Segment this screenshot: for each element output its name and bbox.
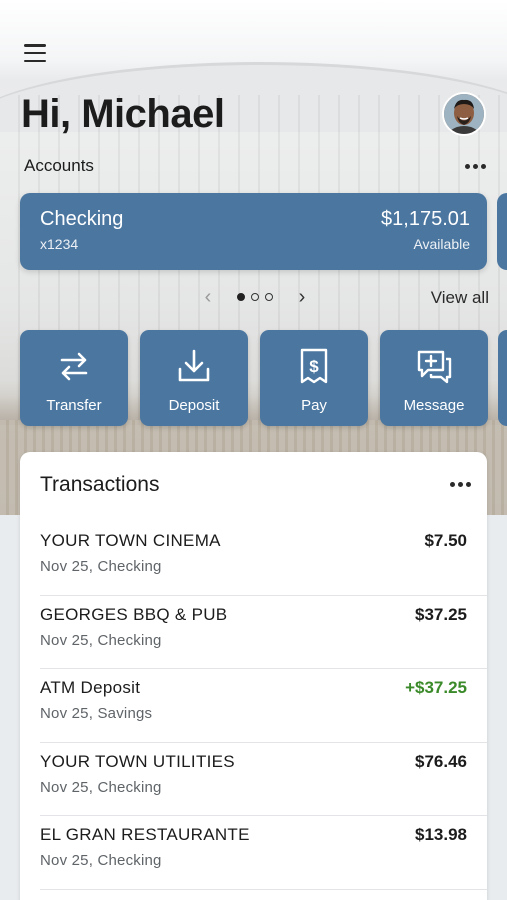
transaction-merchant: EL GRAN RESTAURANTE [40,825,250,844]
transaction-merchant: ATM Deposit [40,678,141,697]
transfer-arrows-icon [60,352,88,381]
chevron-right-icon[interactable]: › [294,287,310,307]
transaction-amount: $37.25 [415,604,467,624]
transaction-meta: Nov 25, Savings [40,705,153,722]
transaction-amount: $76.46 [415,751,467,771]
message-button[interactable]: Message [380,330,488,426]
transaction-amount: $13.98 [415,825,467,844]
transaction-meta: Nov 25, Checking [40,778,162,796]
transfer-button[interactable]: Transfer [20,330,128,426]
transactions-card: Transactions YOUR TOWN CINEMA Nov 25, Ch… [20,452,487,900]
page-dot-3[interactable] [265,293,273,301]
transaction-merchant: GEORGES BBQ & PUB [40,604,228,624]
account-pager: ‹ › [200,287,310,307]
account-card-checking[interactable]: Checking x1234 $1,175.01 Available [20,193,487,270]
download-deposit-icon [178,349,210,382]
transaction-meta: Nov 25, Checking [40,558,162,575]
transaction-meta: Nov 25, Checking [40,631,162,649]
account-balance-label: Available [413,236,470,252]
next-account-card-peek[interactable] [497,193,507,270]
transaction-meta: Nov 25, Checking [40,852,162,869]
page-dot-1[interactable] [237,293,245,301]
transaction-amount: $7.50 [424,531,467,550]
transactions-list: YOUR TOWN CINEMA Nov 25, Checking $7.50 … [20,522,487,890]
transaction-row[interactable]: YOUR TOWN CINEMA Nov 25, Checking $7.50 [40,522,487,596]
pay-button[interactable]: $ Pay [260,330,368,426]
accounts-more-icon[interactable] [463,161,487,171]
transaction-row[interactable]: YOUR TOWN UTILITIES Nov 25, Checking $76… [40,743,487,816]
account-number: x1234 [40,236,79,252]
transaction-row[interactable]: ATM Deposit Nov 25, Savings +$37.25 [40,669,487,743]
transactions-more-icon[interactable] [448,479,472,489]
account-name: Checking [40,208,124,230]
svg-text:$: $ [309,357,319,376]
page-indicator [237,293,273,301]
bill-receipt-icon: $ [300,348,328,384]
transaction-row[interactable]: EL GRAN RESTAURANTE Nov 25, Checking $13… [40,816,487,890]
deposit-label: Deposit [168,397,220,414]
accounts-label: Accounts [24,156,94,175]
transaction-row[interactable]: GEORGES BBQ & PUB Nov 25, Checking $37.2… [40,596,487,669]
transaction-amount: +$37.25 [405,678,467,697]
hamburger-menu-icon[interactable] [24,44,46,62]
pay-label: Pay [301,397,327,414]
deposit-button[interactable]: Deposit [140,330,248,426]
transaction-merchant: YOUR TOWN CINEMA [40,531,221,550]
greeting-title: Hi, Michael [21,92,225,136]
more-actions-peek[interactable] [498,330,507,426]
account-balance: $1,175.01 [381,208,470,230]
chevron-left-icon[interactable]: ‹ [200,287,216,307]
transfer-label: Transfer [46,397,102,414]
transaction-merchant: YOUR TOWN UTILITIES [40,751,235,771]
message-label: Message [403,397,465,414]
user-avatar[interactable] [442,92,486,136]
avatar-portrait [444,94,484,134]
transactions-title: Transactions [40,473,160,496]
view-all-link[interactable]: View all [431,288,489,308]
page-dot-2[interactable] [251,293,259,301]
chat-message-icon [417,350,452,384]
